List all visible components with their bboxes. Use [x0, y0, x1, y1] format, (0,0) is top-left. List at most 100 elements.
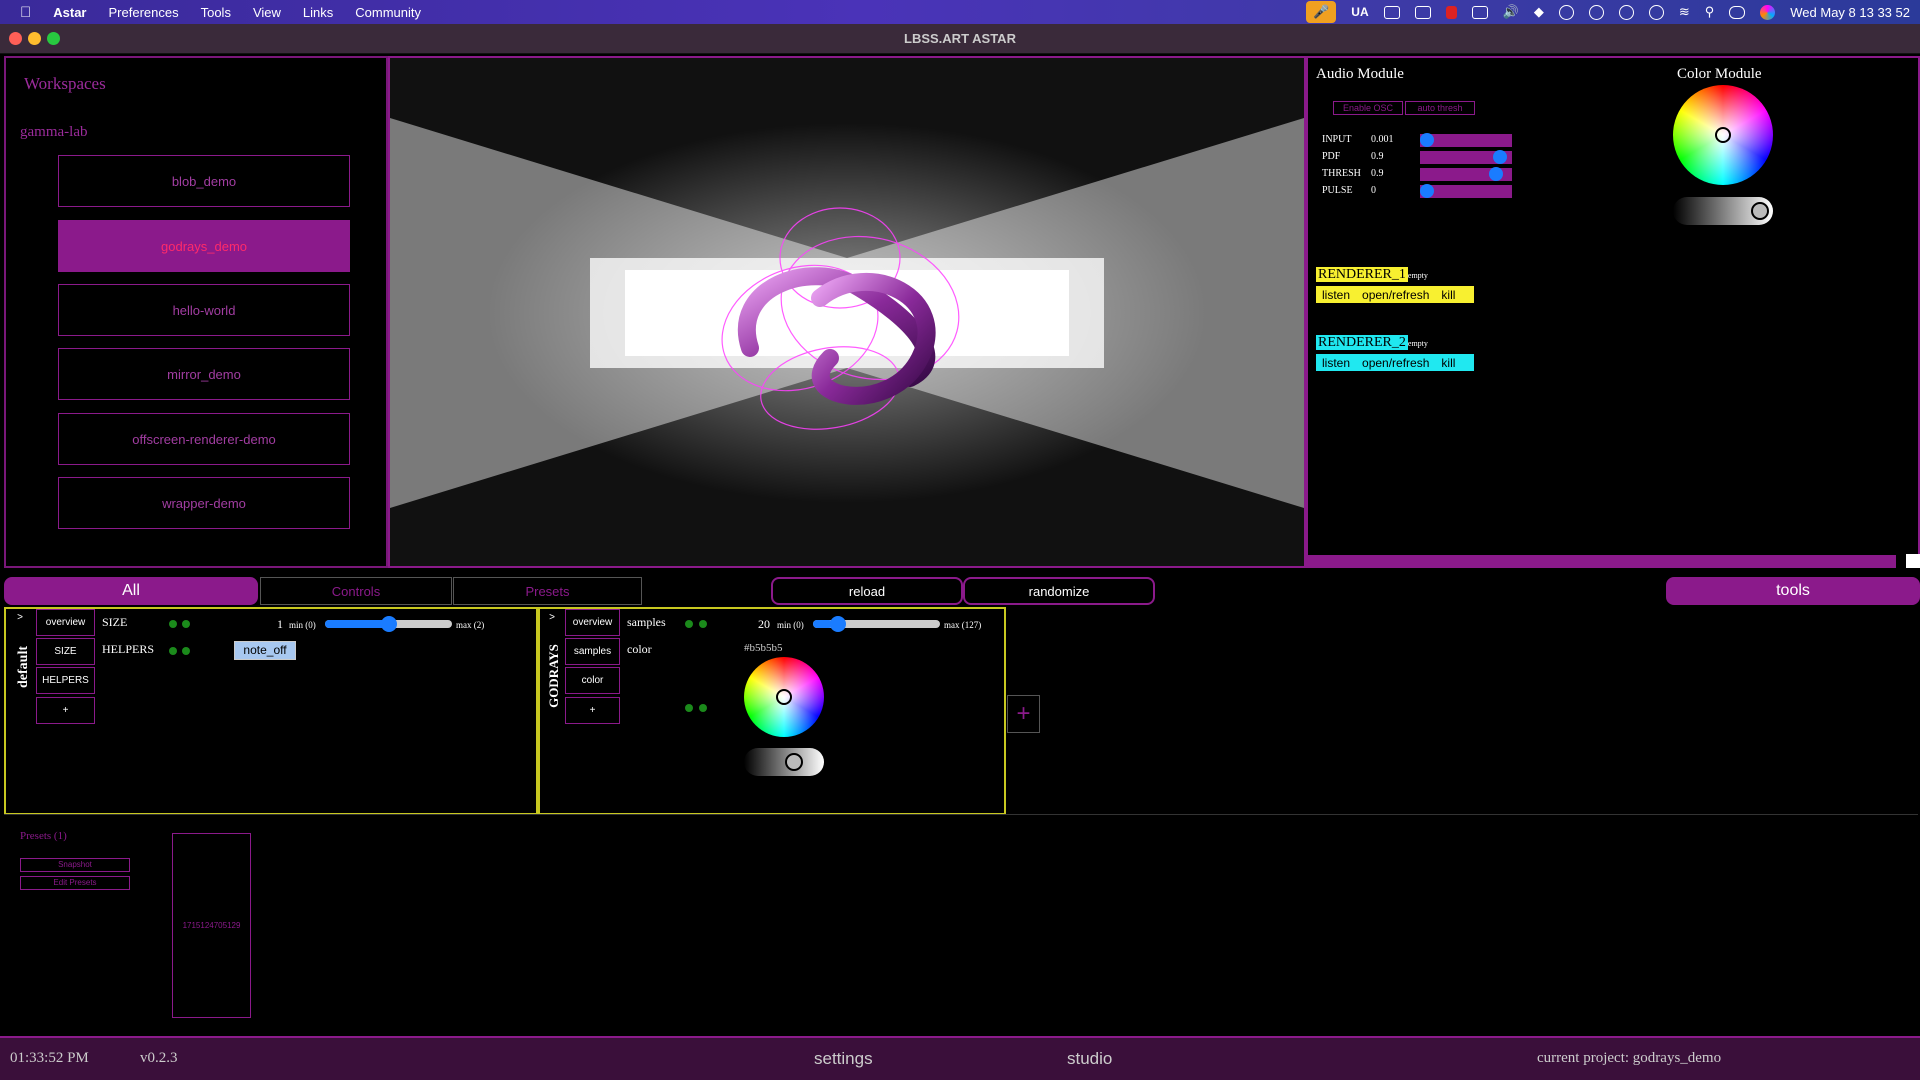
slider-knob[interactable]	[1420, 184, 1434, 198]
workspace-item-active[interactable]: godrays_demo	[58, 220, 350, 272]
menu-tools[interactable]: Tools	[190, 5, 242, 20]
godrays-add-button[interactable]: +	[565, 697, 620, 724]
audio-pdf-slider[interactable]	[1420, 150, 1512, 164]
renderer-1-kill[interactable]: kill	[1435, 288, 1461, 302]
color-label: color	[627, 642, 652, 656]
notes-icon[interactable]	[1445, 5, 1457, 19]
color-module-brightness-slider[interactable]	[1673, 197, 1773, 225]
calendar-icon[interactable]	[1383, 5, 1400, 19]
godrays-brightness-slider[interactable]	[744, 748, 824, 776]
size-slider-knob[interactable]	[381, 616, 397, 632]
slider-knob[interactable]	[1489, 167, 1503, 181]
godrays-collapse-toggle[interactable]: >	[544, 612, 560, 632]
tools-button[interactable]: tools	[1666, 577, 1920, 605]
renderer-1-listen[interactable]: listen	[1316, 288, 1356, 302]
tab-all[interactable]: All	[4, 577, 258, 605]
preset-item[interactable]: 1715124705129	[172, 833, 251, 1018]
menu-view[interactable]: View	[242, 5, 292, 20]
airdrop-icon[interactable]	[1648, 4, 1664, 20]
samples-slider-knob[interactable]	[830, 616, 846, 632]
slider-knob[interactable]	[1493, 150, 1507, 164]
renderer-2-listen[interactable]: listen	[1316, 356, 1356, 370]
default-collapse-toggle[interactable]: >	[12, 612, 28, 632]
edit-presets-button[interactable]: Edit Presets	[20, 876, 130, 890]
add-control-box-button[interactable]: +	[1007, 695, 1040, 733]
slider-knob[interactable]	[1420, 133, 1434, 147]
vpn-icon[interactable]: ◆	[1534, 4, 1544, 20]
input-language[interactable]: UA	[1351, 5, 1368, 19]
workspace-item[interactable]: hello-world	[58, 284, 350, 336]
menu-app-name[interactable]: Astar	[42, 5, 97, 20]
search-icon[interactable]: ⚲	[1705, 4, 1715, 20]
siri-icon[interactable]	[1760, 4, 1776, 20]
brightness-handle[interactable]	[785, 753, 803, 771]
default-tab-size[interactable]: SIZE	[36, 638, 95, 665]
menu-preferences[interactable]: Preferences	[98, 5, 190, 20]
resize-handle[interactable]	[1906, 554, 1920, 568]
volume-icon[interactable]: 🔊	[1503, 4, 1519, 20]
workspaces-title: Workspaces	[24, 74, 106, 93]
default-tab-overview[interactable]: overview	[36, 609, 95, 636]
accessibility-icon[interactable]	[1558, 4, 1574, 20]
color-status-dot	[685, 704, 693, 712]
audio-input-slider[interactable]	[1420, 133, 1512, 147]
panel-resize-bar[interactable]	[1306, 555, 1896, 568]
note-off-button[interactable]: note_off	[234, 641, 296, 660]
keyboard-icon[interactable]	[1471, 5, 1488, 19]
workspaces-panel: Workspaces gamma-lab blob_demo godrays_d…	[4, 56, 388, 568]
user-icon[interactable]	[1588, 4, 1604, 20]
audio-thresh-slider[interactable]	[1420, 167, 1512, 181]
menu-links[interactable]: Links	[292, 5, 344, 20]
display-icon[interactable]	[1414, 5, 1431, 19]
control-center-icon[interactable]	[1729, 5, 1746, 19]
color-picker-handle[interactable]	[1715, 127, 1731, 143]
helpers-label: HELPERS	[102, 642, 155, 656]
renderer-1-name: RENDERER_1	[1316, 267, 1408, 282]
auto-thresh-button[interactable]: auto thresh	[1405, 101, 1475, 115]
default-add-button[interactable]: +	[36, 697, 95, 724]
microphone-icon[interactable]: 🎤	[1306, 1, 1337, 23]
workspace-group[interactable]: gamma-lab	[20, 124, 87, 141]
workspace-item[interactable]: offscreen-renderer-demo	[58, 413, 350, 465]
minimize-window-button[interactable]	[28, 32, 41, 45]
workspace-item[interactable]: blob_demo	[58, 155, 350, 207]
tab-presets[interactable]: Presets	[453, 577, 642, 605]
wifi-icon[interactable]: ≋	[1679, 4, 1690, 20]
close-window-button[interactable]	[9, 32, 22, 45]
helpers-status-dot	[182, 647, 190, 655]
brightness-handle[interactable]	[1751, 202, 1769, 220]
audio-thresh-label: THRESH	[1322, 168, 1361, 179]
studio-link[interactable]: studio	[1067, 1049, 1112, 1069]
menu-bar:  Astar Preferences Tools View Links Com…	[0, 0, 1920, 24]
menu-clock[interactable]: Wed May 8 13 33 52	[1790, 5, 1910, 20]
menu-community[interactable]: Community	[344, 5, 432, 20]
default-tab-helpers[interactable]: HELPERS	[36, 667, 95, 694]
zoom-window-button[interactable]	[47, 32, 60, 45]
snapshot-button[interactable]: Snapshot	[20, 858, 130, 872]
samples-status-dot	[685, 620, 693, 628]
renderer-2-kill[interactable]: kill	[1435, 356, 1461, 370]
apple-icon[interactable]: 	[0, 4, 42, 21]
render-viewport[interactable]	[388, 56, 1306, 568]
enable-osc-button[interactable]: Enable OSC	[1333, 101, 1403, 115]
godrays-tab-samples[interactable]: samples	[565, 638, 620, 665]
color-module-wheel[interactable]	[1673, 85, 1773, 185]
renderer-1-open[interactable]: open/refresh	[1356, 288, 1435, 302]
reload-button[interactable]: reload	[771, 577, 963, 605]
workspace-item[interactable]: mirror_demo	[58, 348, 350, 400]
randomize-button[interactable]: randomize	[963, 577, 1155, 605]
current-project: current project: godrays_demo	[1537, 1050, 1722, 1066]
godrays-tab-overview[interactable]: overview	[565, 609, 620, 636]
renderer-2-name: RENDERER_2	[1316, 335, 1408, 350]
godrays-tab-color[interactable]: color	[565, 667, 620, 694]
audio-pdf-label: PDF	[1322, 151, 1341, 162]
renderer-2-open[interactable]: open/refresh	[1356, 356, 1435, 370]
color-picker-handle[interactable]	[776, 689, 792, 705]
tab-controls[interactable]: Controls	[260, 577, 452, 605]
size-status-dot	[182, 620, 190, 628]
play-icon[interactable]	[1618, 4, 1634, 20]
workspace-item[interactable]: wrapper-demo	[58, 477, 350, 529]
audio-pulse-slider[interactable]	[1420, 184, 1512, 198]
settings-link[interactable]: settings	[814, 1049, 873, 1069]
godrays-color-wheel[interactable]	[744, 657, 824, 737]
